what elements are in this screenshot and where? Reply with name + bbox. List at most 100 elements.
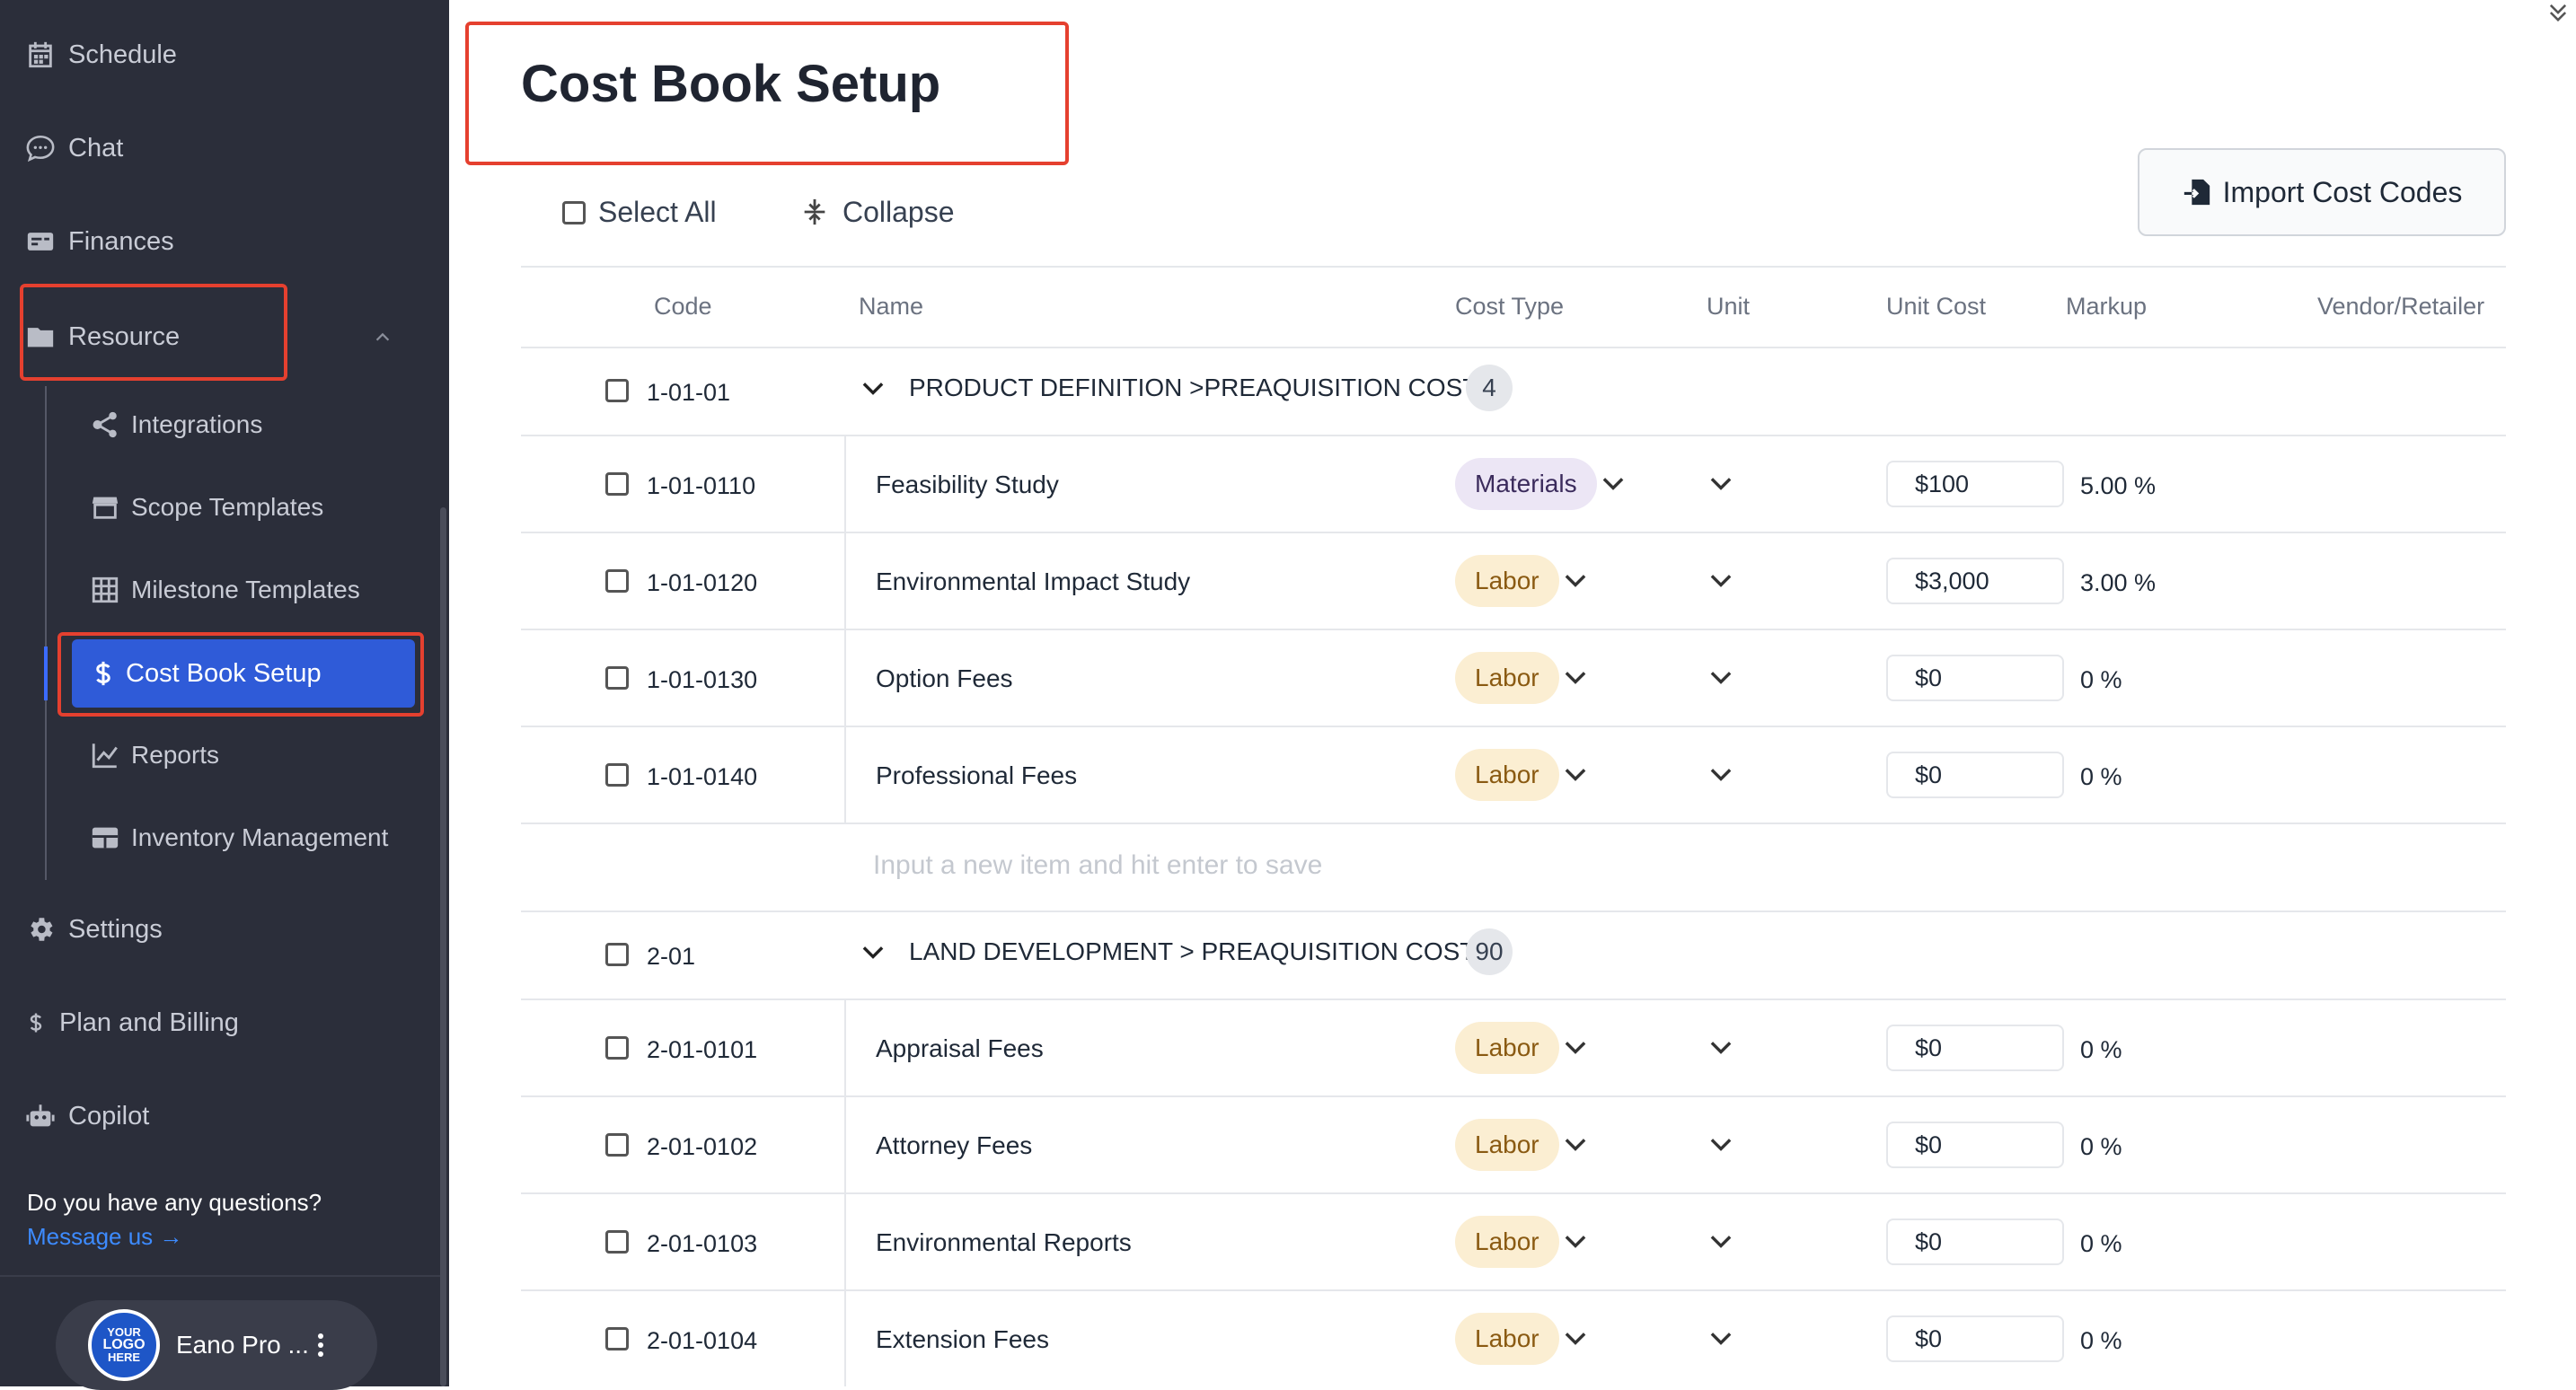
checkbox[interactable] (562, 200, 586, 224)
checkbox[interactable] (605, 379, 629, 402)
sidebar-item-reports[interactable]: Reports (90, 740, 219, 770)
cost-type-pill[interactable]: Materials (1455, 458, 1597, 510)
cost-type-pill[interactable]: Labor (1455, 555, 1559, 607)
markup-value[interactable]: 0 % (2080, 666, 2122, 694)
checkbox[interactable] (605, 943, 629, 966)
sidebar-item-label: Milestone Templates (131, 576, 360, 603)
sidebar-item-milestone-templates[interactable]: Milestone Templates (90, 575, 360, 605)
highlight-box-resource (20, 284, 287, 381)
column-header-name: Name (859, 293, 924, 320)
chevron-down-icon[interactable] (1563, 1137, 1588, 1153)
checkbox[interactable] (605, 1133, 629, 1157)
table-top-border (521, 266, 2506, 268)
share-icon (93, 411, 117, 438)
markup-value[interactable]: 0 % (2080, 1327, 2122, 1355)
markup-value[interactable]: 0 % (2080, 1230, 2122, 1258)
column-header-cost-type: Cost Type (1455, 293, 1565, 320)
sidebar-item-settings[interactable]: Settings (25, 914, 163, 945)
cost-type-pill[interactable]: Labor (1455, 1216, 1559, 1268)
chevron-down-icon[interactable] (860, 381, 886, 397)
item-code: 1-01-0130 (647, 666, 758, 693)
chevron-down-icon[interactable] (1601, 476, 1626, 492)
chevron-double-down-icon[interactable] (2545, 0, 2571, 25)
column-header-unit: Unit (1707, 293, 1751, 320)
unit-cost-input[interactable]: $0 (1886, 1315, 2064, 1362)
new-item-input[interactable]: Input a new item and hit enter to save (873, 850, 1322, 881)
unit-dropdown-icon[interactable] (1708, 1331, 1734, 1347)
unit-dropdown-icon[interactable] (1708, 1234, 1734, 1250)
chevron-down-icon[interactable] (860, 945, 886, 961)
chevron-down-icon[interactable] (1563, 1331, 1588, 1347)
item-name: Feasibility Study (876, 471, 1059, 498)
checkbox[interactable] (605, 1036, 629, 1060)
markup-value[interactable]: 0 % (2080, 1133, 2122, 1161)
cost-type-pill[interactable]: Labor (1455, 1022, 1559, 1074)
markup-value[interactable]: 3.00 % (2080, 569, 2156, 597)
unit-dropdown-icon[interactable] (1708, 573, 1734, 589)
sidebar-item-label: Integrations (131, 410, 263, 438)
checkbox[interactable] (605, 1327, 629, 1350)
more-options-icon[interactable] (317, 1333, 323, 1357)
highlight-box-title (465, 22, 1069, 165)
unit-dropdown-icon[interactable] (1708, 476, 1734, 492)
cost-type-pill[interactable]: Labor (1455, 749, 1559, 801)
unit-cost-input[interactable]: $0 (1886, 655, 2064, 701)
row-divider (521, 726, 2506, 727)
gear-icon (31, 918, 53, 941)
group-code: 2-01 (647, 943, 696, 970)
checkbox[interactable] (605, 1230, 629, 1254)
chevron-down-icon[interactable] (1563, 1040, 1588, 1056)
unit-cost-input[interactable]: $0 (1886, 1025, 2064, 1071)
chevron-down-icon[interactable] (1563, 670, 1588, 686)
row-divider (521, 1289, 2506, 1291)
sidebar-item-scope-templates[interactable]: Scope Templates (90, 492, 323, 523)
sidebar-item-copilot[interactable]: Copilot (25, 1101, 149, 1131)
row-divider (521, 911, 2506, 912)
markup-value[interactable]: 5.00 % (2080, 472, 2156, 500)
cost-type-pill[interactable]: Labor (1455, 1119, 1559, 1171)
unit-dropdown-icon[interactable] (1708, 767, 1734, 783)
item-name: Professional Fees (876, 761, 1078, 789)
unit-cost-input[interactable]: $3,000 (1886, 558, 2064, 604)
chevron-up-icon[interactable] (373, 328, 393, 348)
row-divider (521, 1095, 2506, 1097)
sidebar-item-inventory-management[interactable]: Inventory Management (90, 823, 388, 853)
item-code: 2-01-0103 (647, 1230, 758, 1257)
sidebar-item-finances[interactable]: Finances (25, 226, 174, 257)
user-profile[interactable]: YOUR LOGO HERE Eano Pro ... (56, 1300, 377, 1390)
unit-cost-input[interactable]: $0 (1886, 1122, 2064, 1168)
sidebar-item-plan-billing[interactable]: Plan and Billing (25, 1007, 239, 1038)
select-all-checkbox[interactable]: Select All (562, 196, 717, 229)
unit-dropdown-icon[interactable] (1708, 1040, 1734, 1056)
unit-cost-input[interactable]: $0 (1886, 752, 2064, 798)
sidebar-item-schedule[interactable]: Schedule (25, 40, 177, 70)
column-header-code: Code (654, 293, 712, 320)
chevron-down-icon[interactable] (1563, 1234, 1588, 1250)
chevron-down-icon[interactable] (1563, 767, 1588, 783)
checkbox[interactable] (605, 666, 629, 690)
sidebar-item-integrations[interactable]: Integrations (90, 409, 262, 440)
sidebar-item-label: Plan and Billing (59, 1007, 239, 1037)
cost-type-pill[interactable]: Labor (1455, 1313, 1559, 1365)
sidebar-item-chat[interactable]: Chat (25, 133, 123, 163)
sidebar-scrollbar[interactable] (440, 507, 446, 1386)
unit-cost-input[interactable]: $0 (1886, 1218, 2064, 1265)
unit-dropdown-icon[interactable] (1708, 670, 1734, 686)
message-us-link[interactable]: Message us → (27, 1223, 182, 1251)
markup-value[interactable]: 0 % (2080, 763, 2122, 791)
unit-cost-input[interactable]: $100 (1886, 461, 2064, 507)
collapse-button[interactable]: Collapse (799, 194, 955, 230)
chevron-down-icon[interactable] (1563, 573, 1588, 589)
sidebar-item-label: Schedule (68, 40, 177, 69)
dollar-icon (30, 1013, 42, 1033)
checkbox[interactable] (605, 763, 629, 787)
checkbox[interactable] (605, 472, 629, 496)
count-badge: 4 (1466, 365, 1513, 411)
import-cost-codes-button[interactable]: Import Cost Codes (2138, 148, 2506, 236)
cost-type-pill[interactable]: Labor (1455, 652, 1559, 704)
column-header-unit-cost: Unit Cost (1886, 293, 1987, 320)
unit-dropdown-icon[interactable] (1708, 1137, 1734, 1153)
checkbox[interactable] (605, 569, 629, 593)
markup-value[interactable]: 0 % (2080, 1036, 2122, 1064)
row-divider (521, 435, 2506, 436)
